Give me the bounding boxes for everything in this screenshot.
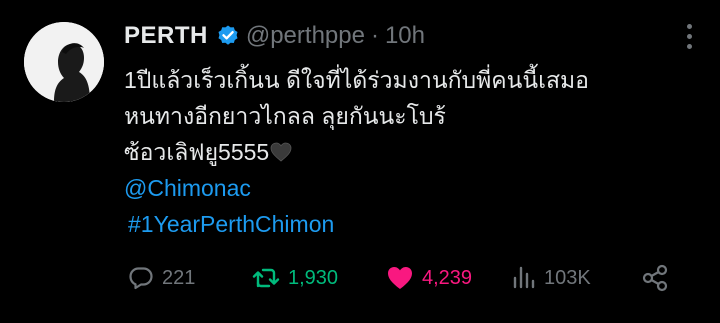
retweet-count: 1,930 [288, 266, 339, 289]
heart-icon [388, 267, 412, 289]
views-icon [513, 266, 535, 289]
black-heart-emoji [270, 136, 292, 162]
views-count: 103K [544, 266, 591, 289]
action-bar: 221 1,930 4,239 103K [128, 258, 688, 298]
retweet-button[interactable]: 1,930 [252, 258, 338, 298]
tweet: PERTH @perthppe · 10h 1ปีแล้วเร็วเกิ้นน … [0, 0, 720, 323]
avatar[interactable] [24, 22, 104, 102]
share-icon [642, 264, 668, 292]
tweet-text-line: 1ปีแล้วเร็วเกิ้นน ดีใจที่ได้ร่วมงานกับพี… [124, 67, 589, 93]
share-button[interactable] [640, 258, 670, 298]
reply-button[interactable]: 221 [128, 258, 195, 298]
tweet-header: PERTH @perthppe · 10h [124, 16, 684, 56]
mention-link[interactable]: @Chimonac [124, 170, 684, 206]
retweet-icon [252, 268, 280, 288]
reply-icon [129, 267, 153, 290]
tweet-text: 1ปีแล้วเร็วเกิ้นน ดีใจที่ได้ร่วมงานกับพี… [124, 62, 684, 170]
author-name[interactable]: PERTH [124, 22, 208, 50]
tweet-text-line: หนทางอีกยาวไกลล ลุยกันนะโบร้ [124, 103, 446, 129]
like-button[interactable]: 4,239 [386, 258, 472, 298]
verified-badge-icon [216, 24, 240, 48]
more-icon[interactable] [687, 24, 692, 49]
tweet-timestamp[interactable]: 10h [385, 22, 425, 50]
author-handle[interactable]: @perthppe [246, 22, 365, 50]
like-count: 4,239 [422, 266, 473, 289]
avatar-photo [24, 22, 104, 102]
tweet-content: PERTH @perthppe · 10h 1ปีแล้วเร็วเกิ้นน … [124, 16, 684, 242]
hashtag-link[interactable]: #1YearPerthChimon [128, 206, 684, 242]
views-button[interactable]: 103K [512, 258, 591, 298]
tweet-text-line: ซ้อวเลิฟยู5555 [124, 134, 684, 170]
separator-dot: · [370, 22, 379, 49]
reply-count: 221 [162, 266, 196, 289]
